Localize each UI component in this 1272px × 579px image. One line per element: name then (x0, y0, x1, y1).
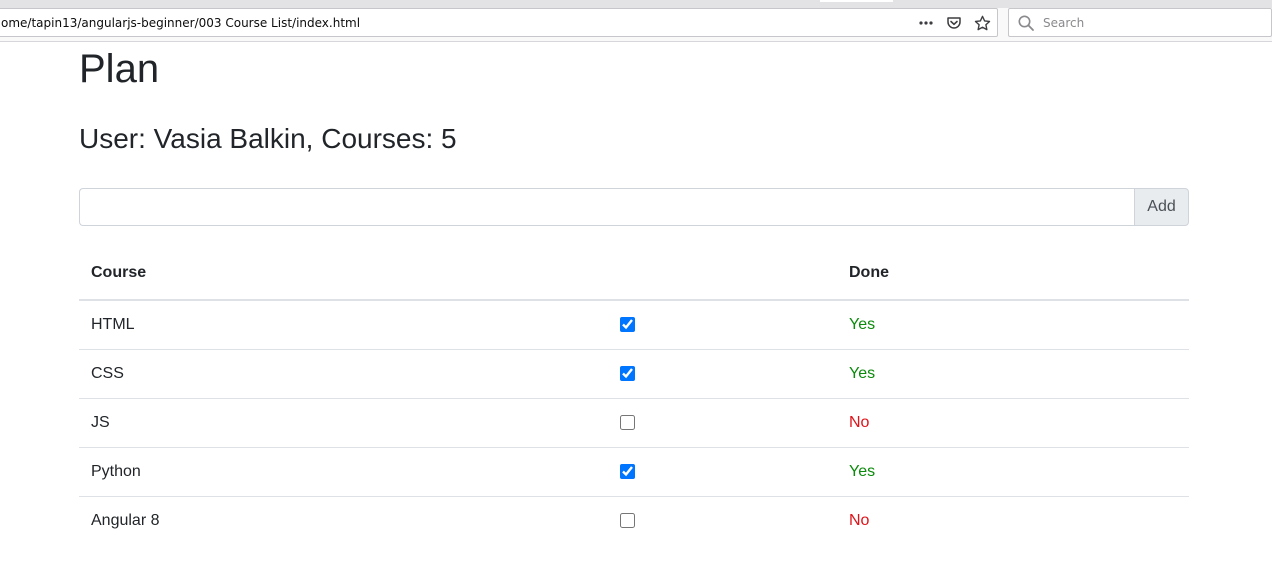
page-container: Plan User: Vasia Balkin, Courses: 5 Add … (79, 43, 1189, 545)
tab-strip (0, 0, 1272, 8)
table-row: JS No (79, 397, 1189, 447)
course-name: HTML (91, 315, 135, 333)
done-checkbox[interactable] (620, 414, 635, 430)
course-name: Angular 8 (79, 495, 608, 545)
user-summary: User: Vasia Balkin, Courses: 5 (79, 123, 457, 154)
search-bar[interactable] (1008, 8, 1272, 37)
table-header-row: Course Done (79, 251, 1189, 301)
done-checkbox[interactable] (620, 317, 635, 333)
done-status: No (837, 495, 1189, 545)
done-checkbox[interactable] (620, 463, 635, 479)
table-row: CSS Yes (79, 348, 1189, 398)
new-course-input[interactable] (79, 188, 1134, 226)
search-icon (1017, 14, 1035, 32)
url-actions (917, 13, 991, 33)
table-row: Angular 8 No (79, 495, 1189, 545)
course-name: Python (79, 446, 608, 496)
courses-table: Course Done HTML Yes CSS Yes JS No Pytho… (79, 251, 1189, 545)
done-status: No (837, 397, 1189, 447)
pocket-icon[interactable] (945, 14, 963, 32)
done-status: Yes (849, 315, 876, 333)
done-status: Yes (837, 446, 1189, 496)
done-checkbox[interactable] (620, 365, 635, 381)
course-name: CSS (79, 348, 608, 398)
search-input[interactable] (1043, 14, 1263, 32)
courses-body: HTML Yes CSS Yes JS No Python Yes Angula… (79, 300, 1189, 545)
url-bar[interactable]: ome/tapin13/angularjs-beginner/003 Cours… (0, 8, 998, 37)
table-row: HTML Yes (79, 300, 1189, 349)
more-actions-icon[interactable] (917, 14, 935, 32)
active-tab-indicator (820, 0, 893, 2)
header-done: Done (837, 251, 1189, 301)
table-row: Python Yes (79, 446, 1189, 496)
browser-toolbar: ome/tapin13/angularjs-beginner/003 Cours… (0, 8, 1272, 42)
course-name: JS (79, 397, 608, 447)
done-status: Yes (837, 348, 1189, 398)
header-check (608, 251, 837, 301)
add-course-form: Add (79, 188, 1189, 226)
page-title: Plan (79, 47, 160, 91)
bookmark-star-icon[interactable] (973, 14, 991, 32)
done-checkbox[interactable] (620, 513, 635, 529)
url-text[interactable]: ome/tapin13/angularjs-beginner/003 Cours… (1, 16, 360, 30)
add-button[interactable]: Add (1134, 188, 1189, 226)
header-course: Course (79, 251, 608, 301)
